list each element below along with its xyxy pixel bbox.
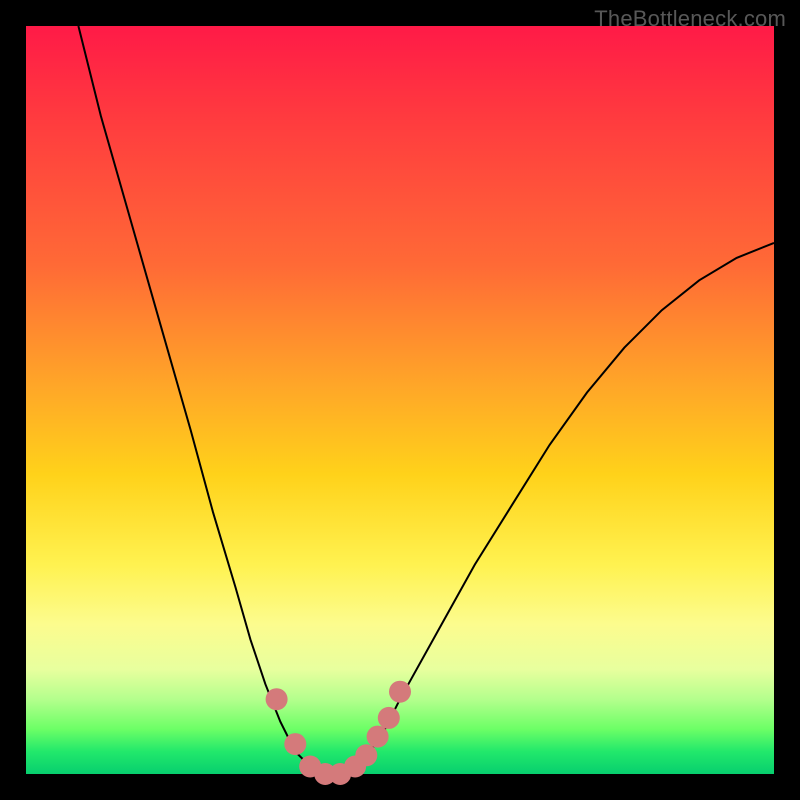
outer-frame: TheBottleneck.com (0, 0, 800, 800)
marker-point (355, 744, 377, 766)
chart-plot-area (26, 26, 774, 774)
marker-point (378, 707, 400, 729)
marker-point (389, 681, 411, 703)
marker-point (284, 733, 306, 755)
highlighted-points (266, 681, 411, 785)
bottleneck-curve (78, 26, 774, 774)
watermark-text: TheBottleneck.com (594, 6, 786, 32)
marker-point (266, 688, 288, 710)
chart-svg (26, 26, 774, 774)
marker-point (367, 726, 389, 748)
